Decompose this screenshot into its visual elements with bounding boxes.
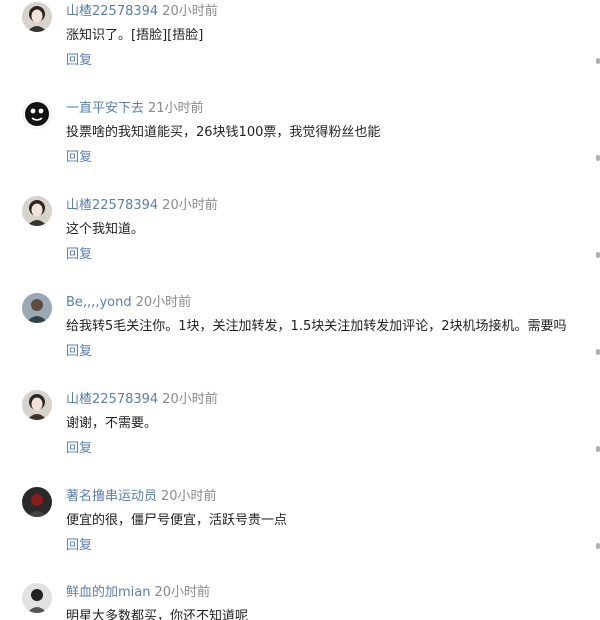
username-link[interactable]: 鲜血的加mian [66, 585, 150, 600]
comment-time: 20小时前 [162, 198, 218, 213]
comment-text: 谢谢，不需要。 [66, 416, 158, 431]
user-avatar[interactable] [22, 583, 52, 613]
girl-avatar-icon [22, 390, 52, 420]
comment-item: 著名撸串运动员 20小时前 便宜的很，僵尸号便宜，活跃号贵一点 回复 [0, 485, 600, 581]
reply-button[interactable]: 回复 [66, 537, 92, 555]
user-avatar[interactable] [22, 2, 52, 32]
username-link[interactable]: 山楂22578394 [66, 4, 158, 19]
comment-text: 涨知识了。[捂脸][捂脸] [66, 28, 204, 43]
comment-item: Be,,,,yond 20小时前 给我转5毛关注你。1块，关注加转发，1.5块关注… [0, 291, 600, 387]
username-link[interactable]: Be,,,,yond [66, 295, 132, 310]
dark-avatar-icon [22, 487, 52, 517]
scroll-marker [596, 543, 600, 549]
comment-header: 著名撸串运动员 20小时前 [66, 488, 217, 506]
scroll-marker [596, 155, 600, 161]
comment-time: 20小时前 [161, 489, 217, 504]
scroll-marker [596, 252, 600, 258]
comment-text: 明星大多数都买，你还不知道呢 [66, 609, 249, 620]
comment-header: 山楂22578394 20小时前 [66, 391, 218, 409]
user-avatar[interactable] [22, 390, 52, 420]
comment-text: 便宜的很，僵尸号便宜，活跃号贵一点 [66, 513, 288, 528]
reply-button[interactable]: 回复 [66, 343, 92, 361]
comment-text: 投票啥的我知道能买，26块钱100票，我觉得粉丝也能 [66, 125, 381, 140]
username-link[interactable]: 山楂22578394 [66, 198, 158, 213]
scroll-marker [596, 58, 600, 64]
girl-avatar-icon [22, 2, 52, 32]
scroll-marker [596, 349, 600, 355]
comment-item: 山楂22578394 20小时前 涨知识了。[捂脸][捂脸] 回复 [0, 0, 600, 96]
cartoon-avatar-icon [22, 99, 52, 129]
comment-text: 这个我知道。 [66, 222, 145, 237]
comment-header: Be,,,,yond 20小时前 [66, 294, 191, 312]
comment-time: 20小时前 [162, 392, 218, 407]
reply-button[interactable]: 回复 [66, 440, 92, 458]
scroll-marker [596, 446, 600, 452]
comment-time: 20小时前 [135, 295, 192, 310]
person-avatar-icon [22, 293, 52, 323]
user-avatar[interactable] [22, 487, 52, 517]
user-avatar[interactable] [22, 196, 52, 226]
username-link[interactable]: 山楂22578394 [66, 392, 158, 407]
comment-header: 山楂22578394 20小时前 [66, 3, 218, 21]
comment-time: 20小时前 [154, 585, 211, 600]
comment-time: 21小时前 [148, 101, 204, 116]
user-avatar[interactable] [22, 99, 52, 129]
bw-avatar-icon [22, 583, 52, 613]
girl-avatar-icon [22, 196, 52, 226]
reply-button[interactable]: 回复 [66, 149, 92, 167]
comment-item: 一直平安下去 21小时前 投票啥的我知道能买，26块钱100票，我觉得粉丝也能 回… [0, 97, 600, 193]
comment-header: 鲜血的加mian 20小时前 [66, 584, 210, 602]
comment-text: 给我转5毛关注你。1块，关注加转发，1.5块关注加转发加评论，2块机场接机。需要… [66, 319, 567, 334]
reply-button[interactable]: 回复 [66, 246, 92, 264]
comment-item: 山楂22578394 20小时前 谢谢，不需要。 回复 [0, 388, 600, 484]
username-link[interactable]: 著名撸串运动员 [66, 489, 157, 504]
comment-item: 山楂22578394 20小时前 这个我知道。 回复 [0, 194, 600, 290]
comment-item: 鲜血的加mian 20小时前 明星大多数都买，你还不知道呢 [0, 581, 600, 620]
username-link[interactable]: 一直平安下去 [66, 101, 144, 116]
comment-header: 一直平安下去 21小时前 [66, 100, 204, 118]
user-avatar[interactable] [22, 293, 52, 323]
comment-time: 20小时前 [162, 4, 218, 19]
reply-button[interactable]: 回复 [66, 52, 92, 70]
comment-header: 山楂22578394 20小时前 [66, 197, 218, 215]
